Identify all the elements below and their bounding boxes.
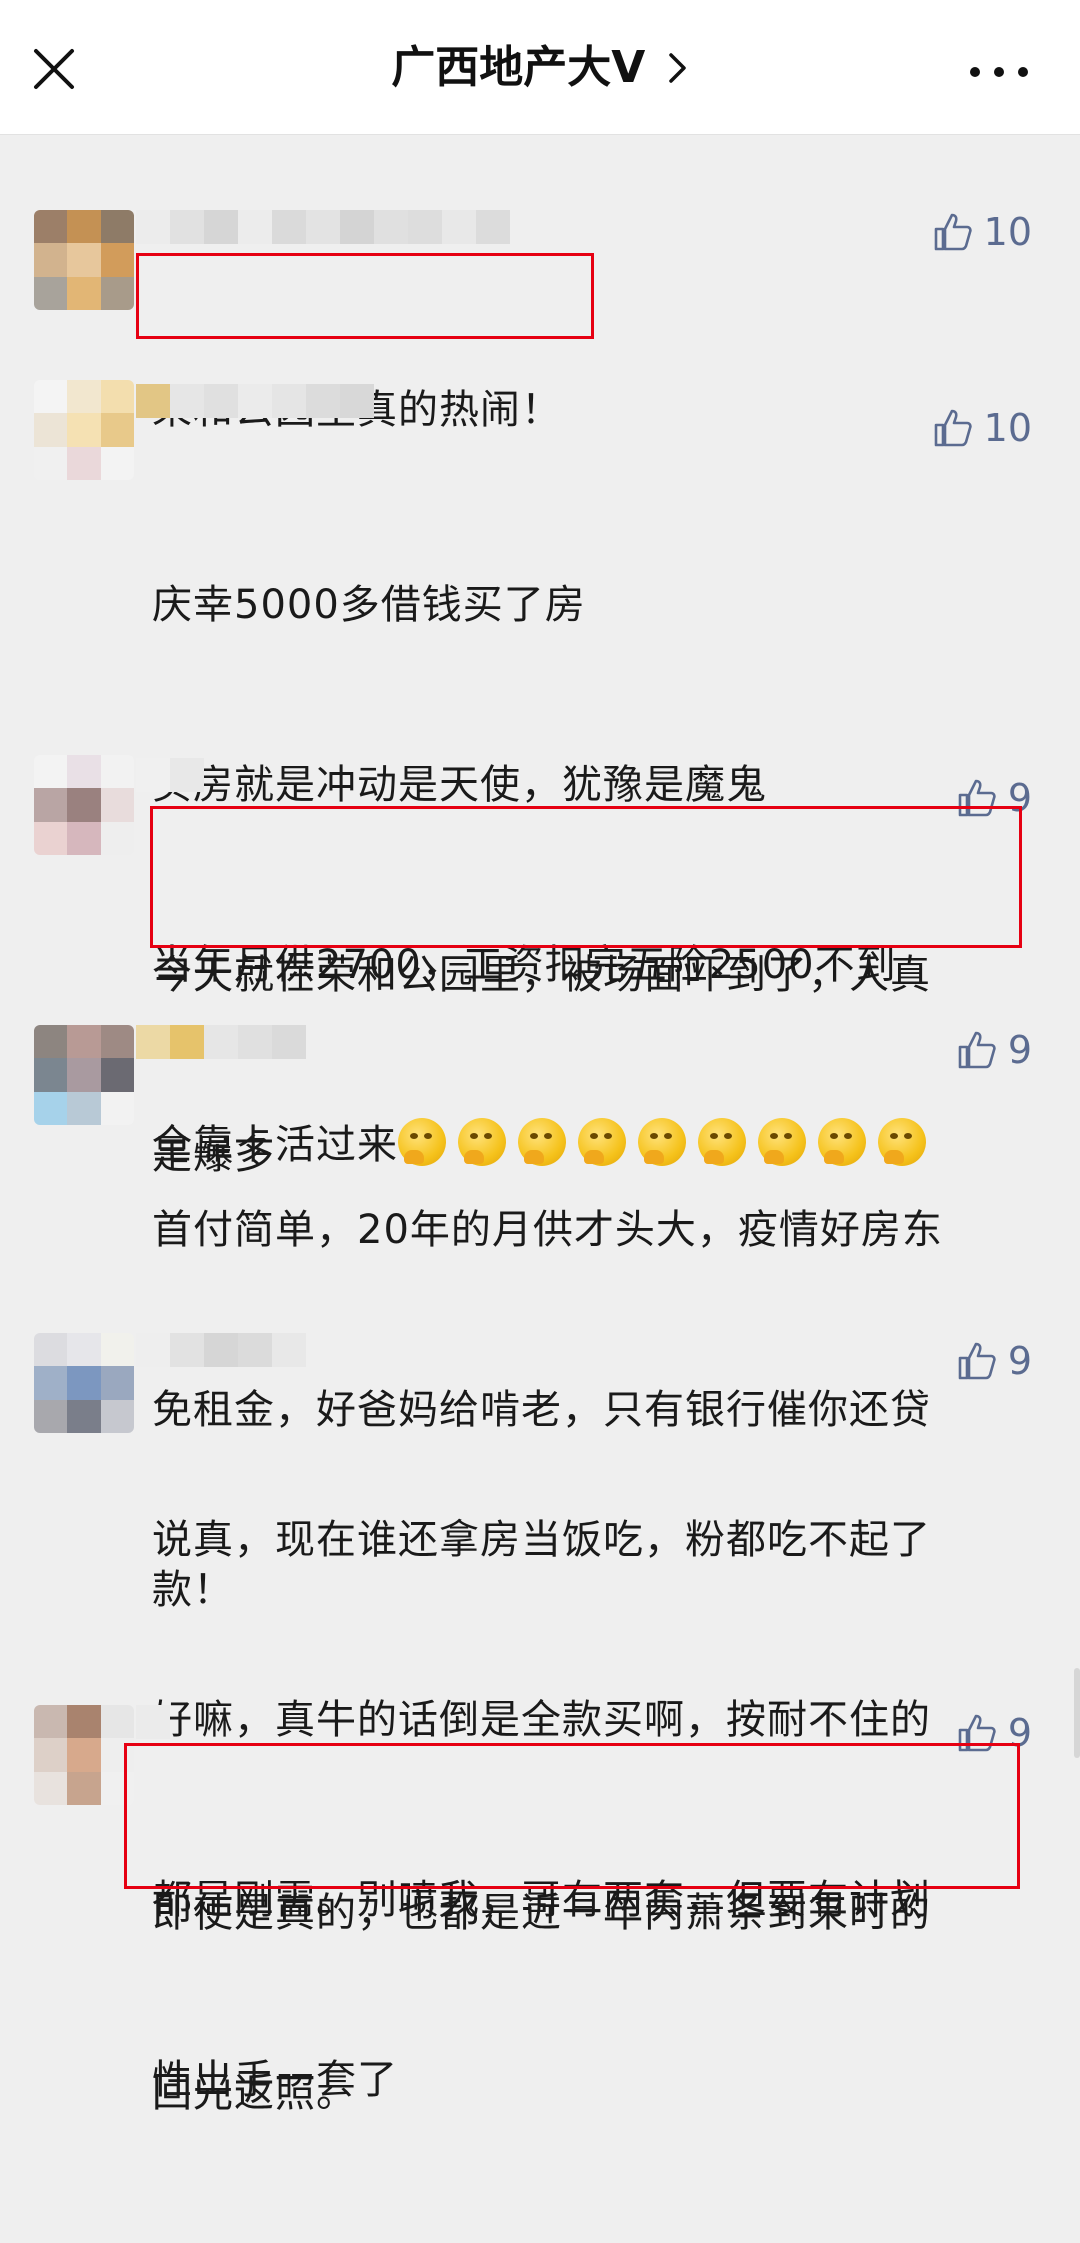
avatar[interactable] xyxy=(34,1025,134,1125)
username-blurred[interactable] xyxy=(136,210,510,244)
like-count: 9 xyxy=(1007,776,1032,820)
avatar[interactable] xyxy=(34,210,134,310)
thumbs-up-icon xyxy=(958,1031,996,1069)
page-title: 广西地产大V xyxy=(391,42,646,93)
username-blurred[interactable] xyxy=(136,384,374,418)
comment-line: 今天就在荣和公园里，被场面吓到了，人真 xyxy=(152,952,931,998)
like-button[interactable]: 9 xyxy=(956,1710,1032,1756)
avatar[interactable] xyxy=(34,380,134,480)
thumbs-up-icon xyxy=(958,1342,996,1380)
avatar[interactable] xyxy=(34,1333,134,1433)
comment-line: 即使是真的，也都是近一年内萧条到来时的 xyxy=(152,1890,931,1936)
like-count: 9 xyxy=(1007,1711,1032,1755)
username-blurred[interactable] xyxy=(136,1333,306,1367)
comment-text: 即使是真的，也都是近一年内萧条到来时的 回光返照。 xyxy=(152,1763,1012,2243)
like-button[interactable]: 10 xyxy=(932,209,1032,255)
top-bar: 广西地产大V xyxy=(0,0,1080,135)
like-count: 9 xyxy=(1007,1339,1032,1383)
like-button[interactable]: 9 xyxy=(956,1027,1032,1073)
like-count: 10 xyxy=(983,210,1032,254)
comment-line: 庆幸5000多借钱买了房 xyxy=(152,582,586,628)
avatar[interactable] xyxy=(34,1705,134,1805)
more-icon[interactable] xyxy=(963,52,1035,92)
like-count: 10 xyxy=(983,406,1032,450)
comment-line: 说真，现在谁还拿房当饭吃，粉都吃不起了 xyxy=(152,1517,931,1563)
chevron-right-icon xyxy=(667,43,689,99)
thumbs-up-icon xyxy=(934,409,972,447)
username-blurred[interactable] xyxy=(136,1025,306,1059)
like-button[interactable]: 9 xyxy=(956,775,1032,821)
like-button[interactable]: 10 xyxy=(932,405,1032,451)
avatar[interactable] xyxy=(34,755,134,855)
comment-line: 回光返照。 xyxy=(152,2070,357,2116)
scrollbar[interactable] xyxy=(1074,1668,1080,1758)
page-title-button[interactable]: 广西地产大V xyxy=(0,40,1080,99)
comment-line: 好嘛，真牛的话倒是全款买啊，按耐不住的 xyxy=(152,1697,931,1743)
thumbs-up-icon xyxy=(958,1714,996,1752)
username-blurred[interactable] xyxy=(136,758,204,792)
thumbs-up-icon xyxy=(958,779,996,817)
like-button[interactable]: 9 xyxy=(956,1338,1032,1384)
comment-line: 首付简单，20年的月供才头大，疫情好房东 xyxy=(152,1207,943,1253)
username-blurred[interactable] xyxy=(136,1705,170,1739)
like-count: 9 xyxy=(1007,1028,1032,1072)
comment-line: 买房就是冲动是天使，犹豫是魔鬼 xyxy=(152,762,767,808)
thumbs-up-icon xyxy=(934,213,972,251)
